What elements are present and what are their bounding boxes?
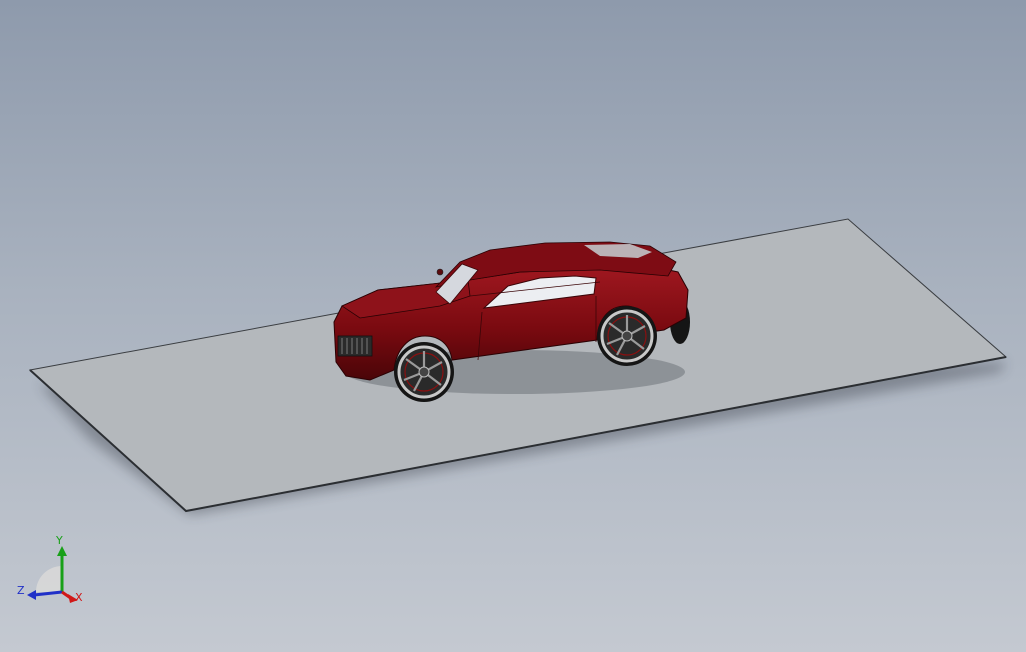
triad-y-label: Y — [56, 534, 63, 547]
triad-z-axis — [33, 590, 63, 597]
view-triad[interactable] — [27, 546, 78, 603]
front-wheel — [394, 342, 454, 402]
triad-x-label: X — [75, 591, 83, 604]
triad-quarter-disc — [36, 566, 62, 592]
car-mirror — [436, 268, 444, 276]
model-scene — [27, 218, 1008, 603]
triad-y-arrow — [57, 546, 67, 556]
car-model[interactable] — [333, 241, 690, 402]
rear-wheel — [597, 306, 657, 366]
triad-z-label: Z — [17, 584, 25, 597]
triad-z-arrow — [27, 590, 36, 600]
graphics-viewport[interactable]: Y Z X — [0, 0, 1026, 652]
